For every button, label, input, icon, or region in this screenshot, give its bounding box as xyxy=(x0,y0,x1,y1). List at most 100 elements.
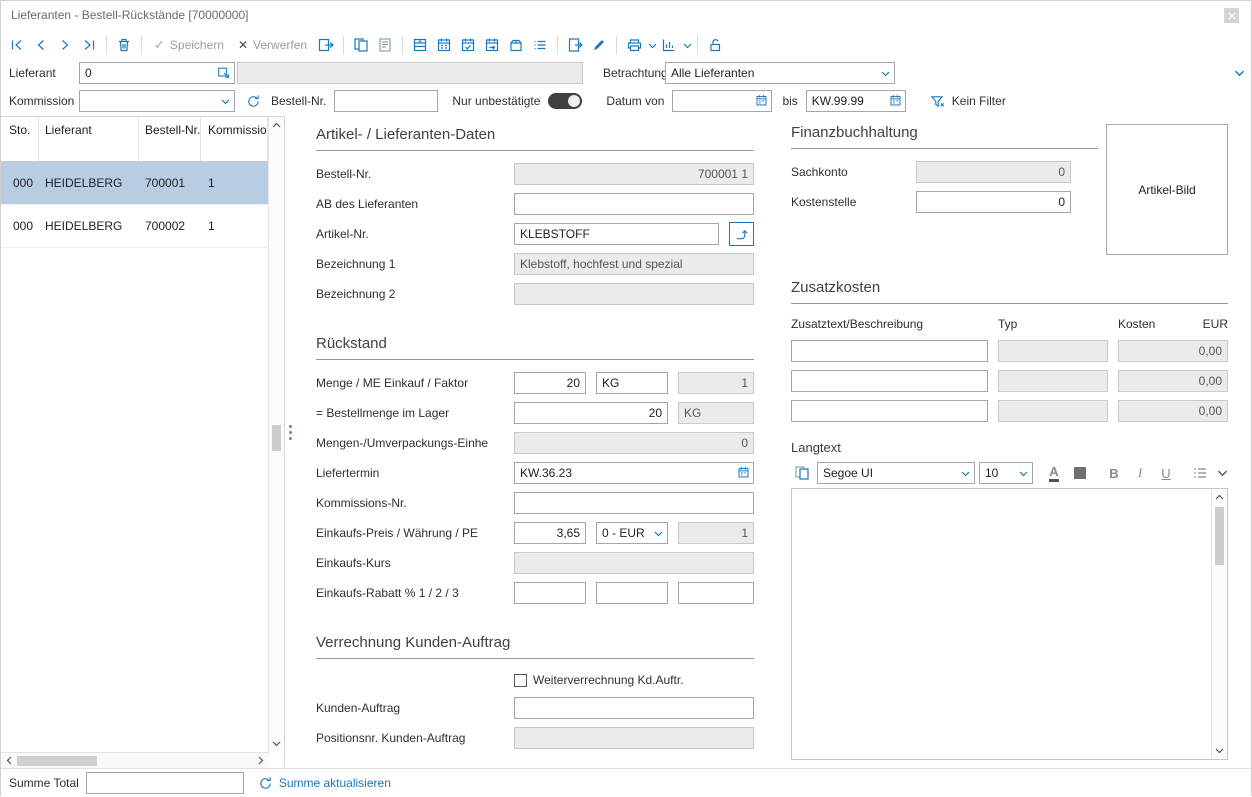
horizontal-scrollbar[interactable] xyxy=(1,752,269,768)
positionsnr-field xyxy=(514,727,754,749)
previous-record-icon[interactable] xyxy=(29,33,53,57)
calendar-export-icon[interactable] xyxy=(480,33,504,57)
bestellmenge-input[interactable] xyxy=(514,402,668,424)
scroll-down-icon[interactable] xyxy=(269,736,285,752)
insert-text-icon[interactable] xyxy=(791,462,813,484)
kommission-select[interactable] xyxy=(79,90,235,112)
table-row[interactable]: 000 HEIDELBERG 700002 1 xyxy=(1,205,268,248)
scroll-right-icon[interactable] xyxy=(253,753,269,769)
pe-field xyxy=(678,522,754,544)
italic-icon[interactable]: I xyxy=(1129,462,1151,484)
bold-icon[interactable]: B xyxy=(1103,462,1125,484)
save-button[interactable]: ✓ Speichern xyxy=(154,37,224,53)
ab-lieferanten-input[interactable] xyxy=(514,193,754,215)
typ-field xyxy=(998,400,1108,422)
langtext-title: Langtext xyxy=(791,440,1228,458)
next-record-icon[interactable] xyxy=(53,33,77,57)
langtext-content[interactable] xyxy=(792,489,1211,759)
column-header-kommission[interactable]: Kommissio xyxy=(201,117,268,161)
more-options-icon[interactable] xyxy=(1217,470,1228,477)
menge-input[interactable] xyxy=(514,372,586,394)
column-header-bestellnr[interactable]: Bestell-Nr. xyxy=(139,117,201,161)
calendar-icon[interactable] xyxy=(755,94,768,107)
copy-icon[interactable] xyxy=(349,33,373,57)
me-input[interactable] xyxy=(596,372,668,394)
zusatztext-input[interactable] xyxy=(791,400,988,422)
delete-icon[interactable] xyxy=(112,33,136,57)
scroll-up-icon[interactable] xyxy=(269,117,285,133)
betrachtung-select[interactable]: Alle Lieferanten xyxy=(665,62,895,84)
vertical-scrollbar[interactable] xyxy=(268,117,284,752)
unlock-icon[interactable] xyxy=(703,33,727,57)
filter-clear-icon[interactable] xyxy=(928,91,948,111)
panel-splitter[interactable] xyxy=(289,425,292,440)
open-artikel-button[interactable] xyxy=(729,222,754,246)
zusatztext-input[interactable] xyxy=(791,370,988,392)
lieferant-input[interactable] xyxy=(79,62,235,84)
zusatztext-input[interactable] xyxy=(791,340,988,362)
scrollbar-thumb[interactable] xyxy=(272,425,281,451)
grid-header: Sto. Lieferant Bestell-Nr. Kommissio xyxy=(1,117,268,162)
last-record-icon[interactable] xyxy=(77,33,101,57)
archive-icon[interactable] xyxy=(408,33,432,57)
scroll-down-icon[interactable] xyxy=(1212,743,1228,759)
font-select[interactable]: Segoe UI xyxy=(817,462,975,484)
vertical-scrollbar[interactable] xyxy=(1211,489,1227,759)
chevron-down-icon xyxy=(221,99,230,105)
column-header-sto[interactable]: Sto. xyxy=(1,117,39,161)
artikel-bild-box[interactable]: Artikel-Bild xyxy=(1106,124,1228,255)
underline-icon[interactable]: U xyxy=(1155,462,1177,484)
report-button[interactable] xyxy=(657,33,692,57)
kommissionsnr-input[interactable] xyxy=(514,492,754,514)
nur-unbestaetigte-toggle[interactable] xyxy=(548,93,582,109)
scroll-up-icon[interactable] xyxy=(1212,489,1228,505)
window-title: Lieferanten - Bestell-Rückstände [700000… xyxy=(11,8,249,22)
toolbar: ✓ Speichern ✕ Verwerfen xyxy=(1,29,1251,61)
collapse-panel-icon[interactable] xyxy=(1234,70,1245,77)
waehrung-select[interactable]: 0 - EUR xyxy=(596,522,668,544)
close-button[interactable] xyxy=(1224,8,1239,23)
calendar-icon[interactable] xyxy=(432,33,456,57)
calendar-icon[interactable] xyxy=(889,94,902,107)
calendar-icon[interactable] xyxy=(737,466,750,479)
first-record-icon[interactable] xyxy=(5,33,29,57)
scroll-left-icon[interactable] xyxy=(1,753,17,769)
edit-pen-icon[interactable] xyxy=(587,33,611,57)
rabatt2-input[interactable] xyxy=(596,582,668,604)
font-size-value: 10 xyxy=(985,466,998,480)
summe-aktualisieren-link[interactable]: Summe aktualisieren xyxy=(279,776,391,790)
rabatt3-input[interactable] xyxy=(678,582,754,604)
list-icon[interactable] xyxy=(528,33,552,57)
kosten-field xyxy=(1118,370,1228,392)
liefertermin-input[interactable] xyxy=(514,462,754,484)
highlight-color-icon[interactable] xyxy=(1069,462,1091,484)
document-icon[interactable] xyxy=(373,33,397,57)
refresh-icon[interactable] xyxy=(256,773,276,793)
discard-button[interactable]: ✕ Verwerfen xyxy=(238,38,307,52)
ekpreis-input[interactable] xyxy=(514,522,586,544)
zusatzkosten-row xyxy=(791,396,1228,426)
calendar-check-icon[interactable] xyxy=(456,33,480,57)
refresh-icon[interactable] xyxy=(243,91,263,111)
langtext-editor[interactable] xyxy=(791,488,1228,760)
weiterverrechnung-checkbox[interactable] xyxy=(514,674,527,687)
package-icon[interactable] xyxy=(504,33,528,57)
kundenauftrag-input[interactable] xyxy=(514,697,754,719)
scrollbar-thumb[interactable] xyxy=(1215,507,1224,565)
rabatt1-input[interactable] xyxy=(514,582,586,604)
table-row[interactable]: 000 HEIDELBERG 700001 1 xyxy=(1,162,268,205)
bestellnr-filter-input[interactable] xyxy=(334,90,438,112)
export-window-icon[interactable] xyxy=(314,33,338,57)
print-button[interactable] xyxy=(622,33,657,57)
font-size-select[interactable]: 10 xyxy=(979,462,1033,484)
scrollbar-thumb[interactable] xyxy=(17,756,97,766)
kostenstelle-input[interactable] xyxy=(916,191,1071,213)
font-color-icon[interactable]: A xyxy=(1043,462,1065,484)
bullet-list-icon[interactable] xyxy=(1189,462,1211,484)
column-header-lieferant[interactable]: Lieferant xyxy=(39,117,139,161)
summe-total-input[interactable] xyxy=(86,772,244,794)
document-export-icon[interactable] xyxy=(563,33,587,57)
langtext-toolbar: Segoe UI 10 A B I U xyxy=(791,458,1228,488)
lookup-icon[interactable] xyxy=(217,66,231,80)
artikelnr-input[interactable] xyxy=(514,223,719,245)
